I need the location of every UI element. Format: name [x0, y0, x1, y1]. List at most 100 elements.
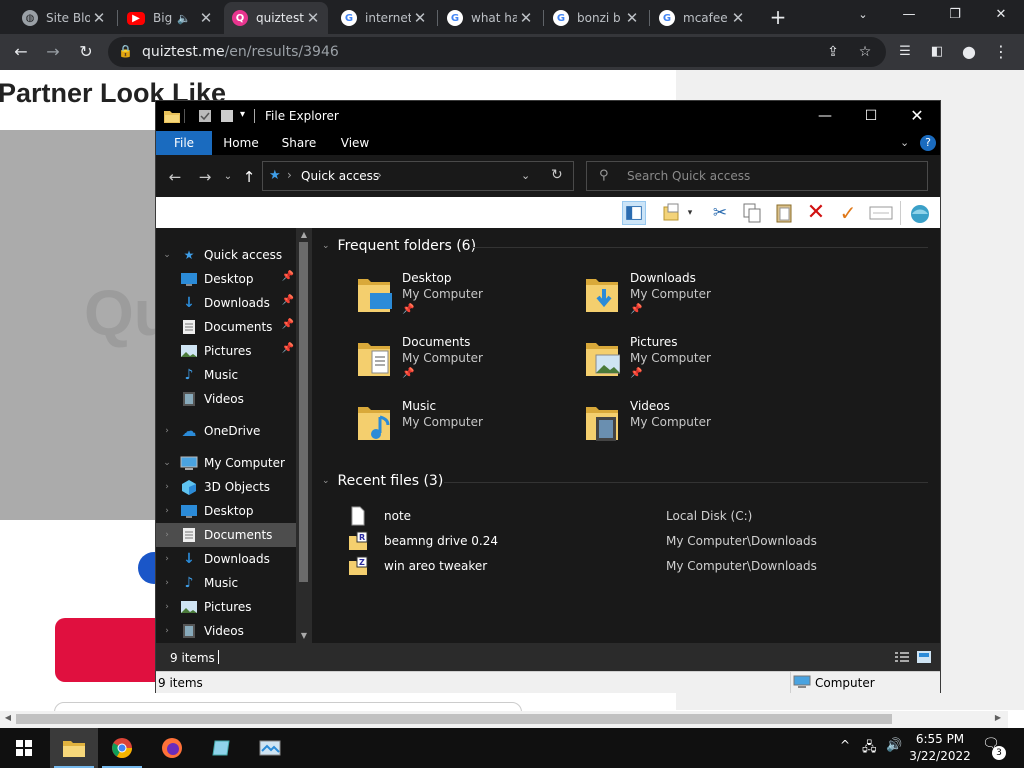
- explorer-maximize-button[interactable]: ☐: [848, 101, 894, 131]
- pin-icon[interactable]: 📌: [630, 368, 642, 379]
- expand-chevron-icon[interactable]: ›: [162, 626, 172, 636]
- menu-kebab-icon[interactable]: ⋮: [988, 39, 1014, 65]
- breadcrumb-separator-icon[interactable]: ›: [287, 168, 292, 182]
- audio-playing-icon[interactable]: 🔈: [177, 12, 191, 25]
- expand-chevron-icon[interactable]: ›: [162, 426, 172, 436]
- browser-tab[interactable]: G what ha ✕: [439, 4, 541, 32]
- folder-tile-pictures[interactable]: Pictures My Computer 📌: [584, 335, 804, 395]
- back-icon[interactable]: ←: [8, 39, 34, 65]
- nav-item-desktop[interactable]: Desktop 📌: [156, 267, 296, 291]
- scrollbar-thumb[interactable]: [16, 714, 892, 724]
- folder-tile-videos[interactable]: Videos My Computer: [584, 399, 804, 459]
- folder-tile-downloads[interactable]: Downloads My Computer 📌: [584, 271, 804, 331]
- collapse-chevron-icon[interactable]: ⌄: [322, 241, 330, 251]
- taskbar-firefox[interactable]: [148, 728, 196, 768]
- reload-icon[interactable]: ↻: [73, 39, 99, 65]
- browser-tab[interactable]: G internet ✕: [333, 4, 435, 32]
- expand-chevron-icon[interactable]: ⌄: [162, 458, 172, 468]
- nav-item-3d-objects[interactable]: › 3D Objects: [156, 475, 296, 499]
- help-icon[interactable]: ?: [920, 135, 936, 151]
- breadcrumb-quick-access[interactable]: Quick access: [301, 169, 379, 183]
- close-window-button[interactable]: ✕: [978, 4, 1024, 26]
- expand-chevron-icon[interactable]: ⌄: [162, 250, 172, 260]
- show-hidden-icons[interactable]: ^: [840, 738, 850, 752]
- scroll-left-icon[interactable]: ◀: [2, 713, 14, 725]
- expand-chevron-icon[interactable]: ›: [162, 554, 172, 564]
- close-tab-icon[interactable]: ✕: [517, 9, 535, 27]
- pin-icon[interactable]: 📌: [402, 304, 414, 315]
- expand-chevron-icon[interactable]: ›: [162, 482, 172, 492]
- explorer-minimize-button[interactable]: —: [802, 101, 848, 131]
- expand-ribbon-icon[interactable]: ⌄: [900, 136, 909, 149]
- horizontal-scrollbar[interactable]: ◀ ▶: [0, 711, 1008, 728]
- nav-scrollbar[interactable]: ▲ ▼: [296, 228, 312, 643]
- browser-tab[interactable]: ▶ Big 🔈 ✕: [119, 4, 221, 32]
- scroll-down-icon[interactable]: ▼: [299, 631, 309, 640]
- side-panel-icon[interactable]: ◧: [924, 39, 950, 65]
- new-folder-icon[interactable]: [220, 109, 234, 123]
- volume-icon[interactable]: 🔊: [886, 738, 902, 753]
- nav-scrollbar-thumb[interactable]: [299, 242, 308, 582]
- folder-tile-desktop[interactable]: Desktop My Computer 📌: [356, 271, 576, 331]
- new-item-dropdown-icon[interactable]: ▾: [684, 201, 696, 225]
- folder-tile-music[interactable]: Music My Computer: [356, 399, 576, 459]
- pin-icon[interactable]: 📌: [282, 343, 294, 354]
- tab-search-icon[interactable]: ⌄: [840, 4, 886, 26]
- nav-item-desktop-2[interactable]: › Desktop: [156, 499, 296, 523]
- address-dropdown-icon[interactable]: ⌄: [521, 169, 530, 182]
- close-tab-icon[interactable]: ✕: [304, 9, 322, 27]
- explorer-address-bar[interactable]: ★ › Quick access › ⌄ ↻: [262, 161, 574, 191]
- copy-icon[interactable]: [740, 201, 764, 225]
- nav-item-downloads-2[interactable]: › ↓ Downloads: [156, 547, 296, 571]
- taskbar-app-notes[interactable]: [198, 728, 246, 768]
- browser-tab[interactable]: G mcafee ✕: [651, 4, 753, 32]
- minimize-button[interactable]: —: [886, 4, 932, 26]
- recent-file-row[interactable]: note Local Disk (C:): [348, 505, 908, 527]
- close-tab-icon[interactable]: ✕: [197, 9, 215, 27]
- recent-locations-icon[interactable]: ⌄: [220, 166, 236, 188]
- recent-files-header[interactable]: ⌄ Recent files (3): [322, 473, 443, 489]
- close-tab-icon[interactable]: ✕: [411, 9, 429, 27]
- address-bar[interactable]: 🔒 quiztest.me/en/results/3946 ⇪ ☆: [108, 37, 886, 67]
- taskbar-app-control-panel[interactable]: [246, 728, 294, 768]
- nav-item-music-2[interactable]: › ♪ Music: [156, 571, 296, 595]
- browser-tab-active[interactable]: Q quiztest ✕: [224, 2, 328, 34]
- delete-icon[interactable]: ✕: [804, 201, 828, 225]
- nav-item-onedrive[interactable]: › ☁ OneDrive: [156, 419, 296, 443]
- nav-item-documents[interactable]: Documents 📌: [156, 315, 296, 339]
- recent-file-row[interactable]: R beamng drive 0.24 My Computer\Download…: [348, 530, 908, 552]
- rename-check-icon[interactable]: ✓: [836, 201, 860, 225]
- taskbar-chrome[interactable]: [98, 728, 146, 768]
- share-icon[interactable]: ⇪: [822, 41, 844, 63]
- taskbar-file-explorer[interactable]: [50, 728, 98, 768]
- ribbon-tab-home[interactable]: Home: [216, 131, 266, 155]
- new-tab-button[interactable]: +: [768, 6, 788, 28]
- close-tab-icon[interactable]: ✕: [729, 9, 747, 27]
- nav-item-quick-access[interactable]: ⌄ ★ Quick access: [156, 243, 296, 267]
- nav-item-pictures[interactable]: Pictures 📌: [156, 339, 296, 363]
- explorer-title-bar[interactable]: ▾ File Explorer — ☐ ✕: [156, 101, 940, 131]
- paste-icon[interactable]: [772, 201, 796, 225]
- nav-item-my-computer[interactable]: ⌄ My Computer: [156, 451, 296, 475]
- pin-icon[interactable]: 📌: [282, 271, 294, 282]
- pin-icon[interactable]: 📌: [282, 295, 294, 306]
- expand-chevron-icon[interactable]: ›: [162, 602, 172, 612]
- pin-icon[interactable]: 📌: [402, 368, 414, 379]
- close-tab-icon[interactable]: ✕: [623, 9, 641, 27]
- expand-chevron-icon[interactable]: ›: [162, 530, 172, 540]
- preview-pane-icon[interactable]: [622, 201, 646, 225]
- cut-icon[interactable]: ✂: [708, 201, 732, 225]
- media-controls-icon[interactable]: ☰: [892, 39, 918, 65]
- profile-avatar-icon[interactable]: ●: [956, 39, 982, 65]
- pin-icon[interactable]: 📌: [630, 304, 642, 315]
- browser-tab[interactable]: G bonzi b ✕: [545, 4, 647, 32]
- network-icon[interactable]: 🖧: [862, 738, 877, 760]
- forward-icon[interactable]: →: [40, 39, 66, 65]
- up-folder-icon[interactable]: ↑: [238, 166, 260, 188]
- nav-item-downloads[interactable]: ↓ Downloads 📌: [156, 291, 296, 315]
- explorer-back-icon[interactable]: ←: [164, 166, 186, 188]
- ribbon-tab-file[interactable]: File: [156, 131, 212, 155]
- expand-chevron-icon[interactable]: ›: [162, 506, 172, 516]
- explorer-close-button[interactable]: ✕: [894, 101, 940, 131]
- large-icons-view-icon[interactable]: [916, 650, 932, 664]
